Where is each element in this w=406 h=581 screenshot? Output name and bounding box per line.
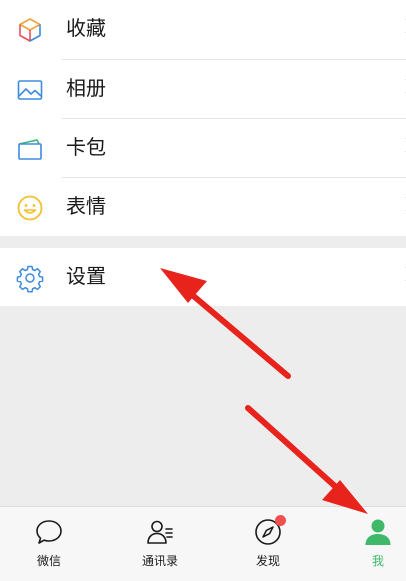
tab-chats[interactable]: 微信	[19, 507, 79, 581]
menu-group-main: 收藏 相册 卡包 表情	[0, 0, 406, 236]
album-picture-icon	[15, 75, 45, 105]
chevron-right-icon	[398, 137, 406, 153]
menu-item-stickers[interactable]: 表情	[0, 178, 406, 237]
tab-discover[interactable]: 发现	[238, 507, 298, 581]
tab-label: 通讯录	[141, 554, 178, 568]
menu-item-label: 收藏	[66, 16, 106, 40]
chevron-right-icon	[398, 196, 406, 212]
tab-label: 我	[371, 554, 384, 568]
tab-label: 微信	[36, 554, 61, 568]
chevron-right-icon	[398, 78, 406, 94]
tab-me[interactable]: 我	[348, 507, 406, 581]
menu-item-album[interactable]: 相册	[0, 60, 406, 119]
menu-item-favorites[interactable]: 收藏	[0, 0, 406, 59]
menu-item-label: 相册	[66, 76, 106, 100]
menu-item-settings[interactable]: 设置	[0, 248, 406, 307]
contacts-icon	[145, 517, 175, 547]
person-icon	[363, 517, 393, 547]
menu-item-label: 表情	[66, 194, 106, 218]
chevron-right-icon	[398, 18, 406, 34]
tab-contacts[interactable]: 通讯录	[130, 507, 190, 581]
chat-bubble-icon	[34, 517, 64, 547]
menu-item-card-wallet[interactable]: 卡包	[0, 119, 406, 178]
chevron-right-icon	[398, 266, 406, 282]
annotation-arrow-to-me-tab	[245, 405, 368, 514]
menu-item-label: 设置	[66, 264, 106, 288]
sticker-smiley-icon	[15, 193, 45, 223]
favorites-cube-icon	[15, 15, 45, 45]
gear-icon	[15, 263, 45, 293]
bottom-tab-bar: 微信 通讯录 发现 我	[0, 506, 406, 581]
menu-group-settings: 设置	[0, 248, 406, 306]
menu-item-label: 卡包	[66, 135, 106, 159]
notification-badge-dot	[275, 515, 286, 526]
card-wallet-icon	[15, 134, 45, 164]
tab-label: 发现	[255, 554, 280, 568]
